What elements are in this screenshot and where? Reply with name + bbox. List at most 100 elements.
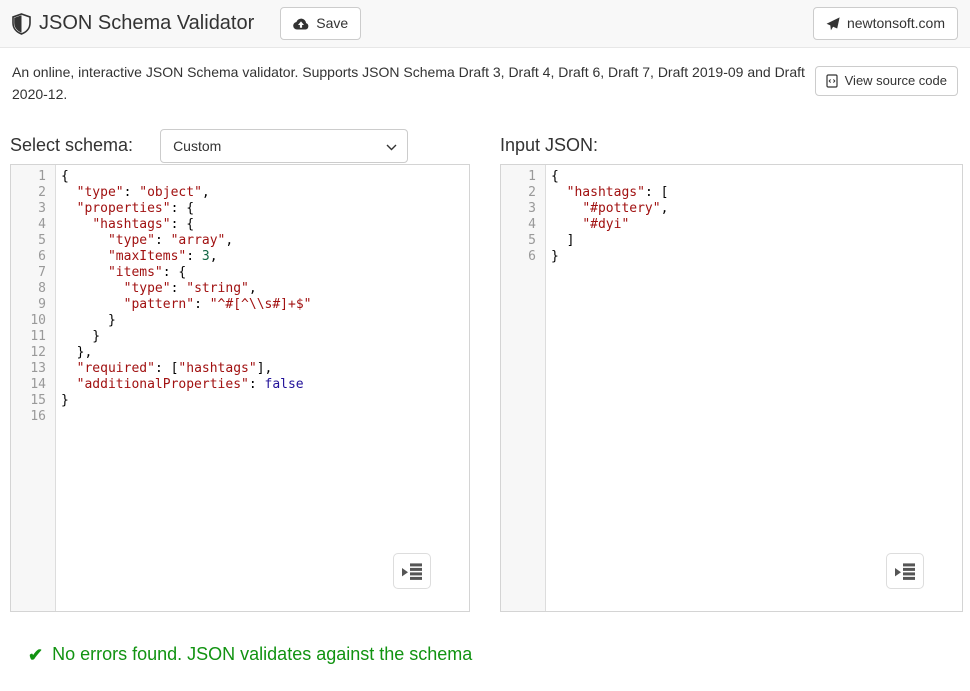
code-token: [551, 217, 582, 232]
schema-code-editor[interactable]: 12345678910111213141516 { "type": "objec…: [10, 164, 470, 612]
line-number: 1: [501, 169, 536, 185]
code-line[interactable]: }: [61, 329, 311, 345]
code-line[interactable]: "#pottery",: [551, 201, 668, 217]
code-token: ,: [661, 201, 669, 216]
code-token: [61, 233, 108, 248]
code-token: "^#[^\\s#]+$": [210, 297, 312, 312]
code-token: "#pottery": [582, 201, 660, 216]
code-token: ]: [551, 233, 574, 248]
format-json-button[interactable]: [886, 553, 924, 589]
code-token: "#dyi": [582, 217, 629, 232]
line-number: 6: [501, 249, 536, 265]
code-token: "string": [186, 281, 249, 296]
code-line[interactable]: {: [61, 169, 311, 185]
code-token: :: [194, 297, 210, 312]
code-line[interactable]: "hashtags": [: [551, 185, 668, 201]
code-token: }: [551, 249, 559, 264]
chevron-down-icon: [386, 144, 397, 151]
line-number: 3: [501, 201, 536, 217]
code-line[interactable]: "hashtags": {: [61, 217, 311, 233]
schema-editor-code[interactable]: { "type": "object", "properties": { "has…: [56, 165, 311, 611]
site-link-label: newtonsoft.com: [847, 14, 945, 34]
json-code-editor[interactable]: 123456 { "hashtags": [ "#pottery", "#dyi…: [500, 164, 963, 612]
code-token: :: [249, 377, 265, 392]
json-panel-header: Input JSON:: [500, 127, 963, 164]
code-line[interactable]: "properties": {: [61, 201, 311, 217]
code-token: ,: [225, 233, 233, 248]
code-token: false: [265, 377, 304, 392]
view-source-button[interactable]: View source code: [815, 66, 958, 96]
indent-icon: [894, 562, 916, 580]
json-editor-code[interactable]: { "hashtags": [ "#pottery", "#dyi" ]}: [546, 165, 668, 611]
line-number: 12: [11, 345, 46, 361]
code-line[interactable]: "additionalProperties": false: [61, 377, 311, 393]
code-line[interactable]: },: [61, 345, 311, 361]
code-token: ,: [202, 185, 210, 200]
code-line[interactable]: "maxItems": 3,: [61, 249, 311, 265]
code-token: [551, 201, 582, 216]
code-line[interactable]: {: [551, 169, 668, 185]
code-token: [61, 281, 124, 296]
code-token: "items": [108, 265, 163, 280]
schema-column: Select schema: Custom 123456789101112131…: [10, 127, 470, 612]
input-json-label: Input JSON:: [500, 135, 598, 156]
line-number: 4: [11, 217, 46, 233]
code-token: [61, 297, 124, 312]
code-line[interactable]: "required": ["hashtags"],: [61, 361, 311, 377]
file-code-icon: [826, 74, 838, 88]
code-line[interactable]: }: [551, 249, 668, 265]
code-line[interactable]: "pattern": "^#[^\\s#]+$": [61, 297, 311, 313]
line-number: 15: [11, 393, 46, 409]
code-token: "array": [171, 233, 226, 248]
schema-editor-gutter: 12345678910111213141516: [11, 165, 56, 611]
line-number: 5: [501, 233, 536, 249]
code-token: {: [551, 169, 559, 184]
line-number: 2: [11, 185, 46, 201]
code-token: },: [61, 345, 92, 360]
check-icon: ✔: [28, 646, 43, 664]
code-line[interactable]: "type": "object",: [61, 185, 311, 201]
json-column: Input JSON: 123456 { "hashtags": [ "#pot…: [500, 127, 963, 612]
code-token: [551, 185, 567, 200]
line-number: 2: [501, 185, 536, 201]
code-token: "hashtags": [92, 217, 170, 232]
code-line[interactable]: "type": "array",: [61, 233, 311, 249]
code-token: : {: [163, 265, 186, 280]
newtonsoft-link-button[interactable]: newtonsoft.com: [813, 7, 958, 41]
code-token: "type": [124, 281, 171, 296]
code-line[interactable]: }: [61, 313, 311, 329]
code-line[interactable]: }: [61, 393, 311, 409]
code-line[interactable]: "#dyi": [551, 217, 668, 233]
save-button[interactable]: Save: [280, 7, 361, 41]
code-token: : [: [155, 361, 178, 376]
schema-select[interactable]: Custom: [160, 129, 408, 163]
line-number: 10: [11, 313, 46, 329]
format-schema-button[interactable]: [393, 553, 431, 589]
code-token: "hashtags": [567, 185, 645, 200]
cloud-upload-icon: [293, 17, 309, 30]
intro-section: An online, interactive JSON Schema valid…: [0, 48, 970, 105]
code-line[interactable]: "type": "string",: [61, 281, 311, 297]
code-token: "required": [77, 361, 155, 376]
header-bar: JSON Schema Validator Save newtonsoft.co…: [0, 0, 970, 48]
code-token: "type": [77, 185, 124, 200]
code-token: 3: [202, 249, 210, 264]
code-token: }: [61, 313, 116, 328]
code-token: ,: [210, 249, 218, 264]
schema-select-value: Custom: [173, 138, 221, 154]
code-token: :: [171, 281, 187, 296]
code-token: [61, 249, 108, 264]
line-number: 13: [11, 361, 46, 377]
code-token: }: [61, 393, 69, 408]
code-line[interactable]: "items": {: [61, 265, 311, 281]
code-token: [61, 217, 92, 232]
code-token: :: [155, 233, 171, 248]
app-description: An online, interactive JSON Schema valid…: [12, 62, 812, 105]
code-line[interactable]: [61, 409, 311, 425]
code-line[interactable]: ]: [551, 233, 668, 249]
line-number: 8: [11, 281, 46, 297]
line-number: 5: [11, 233, 46, 249]
line-number: 4: [501, 217, 536, 233]
code-token: [61, 185, 77, 200]
code-token: : {: [171, 217, 194, 232]
